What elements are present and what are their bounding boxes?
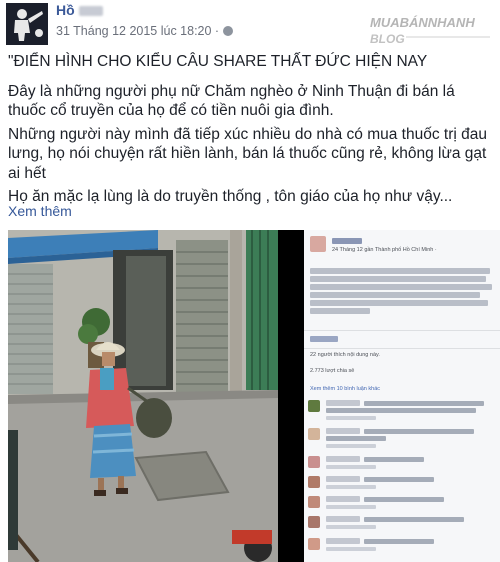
globe-icon xyxy=(223,26,234,36)
comment-time xyxy=(326,505,376,509)
screenshot-text-line xyxy=(310,284,492,290)
comment-time xyxy=(326,444,376,448)
author-name-text[interactable]: Hồ xyxy=(56,2,75,18)
comment-author xyxy=(326,496,360,502)
comment-author xyxy=(326,400,360,406)
comment-avatar xyxy=(308,538,320,550)
post-headline: "ĐIỂN HÌNH CHO KIỂU CÂU SHARE THẤT ĐỨC H… xyxy=(8,53,428,70)
comment-time xyxy=(326,485,376,489)
divider xyxy=(304,330,500,331)
comment-avatar xyxy=(308,428,320,440)
comment-text xyxy=(364,401,484,406)
screenshot-more-comments: Xem thêm 10 bình luận khác xyxy=(310,386,381,392)
comment-avatar xyxy=(308,400,320,412)
screenshot-share-action xyxy=(310,336,338,342)
attached-photo[interactable] xyxy=(8,230,278,562)
screenshot-panel: 24 Tháng 12 gần Thành phố Hồ Chí Minh · … xyxy=(304,230,500,562)
svg-text:BLOG: BLOG xyxy=(370,32,405,46)
comment-author xyxy=(326,428,360,434)
author-name-blur xyxy=(78,6,103,17)
author-name[interactable]: Hồ xyxy=(56,2,103,18)
comment-text xyxy=(326,408,476,413)
post-timestamp[interactable]: 31 Tháng 12 2015 lúc 18:20 · xyxy=(56,24,219,38)
comment-text xyxy=(364,497,444,502)
screenshot-meta: 24 Tháng 12 gần Thành phố Hồ Chí Minh · xyxy=(332,247,437,253)
comment-time xyxy=(326,547,376,551)
comment-text xyxy=(364,539,434,544)
comment-avatar xyxy=(308,496,320,508)
post-body: "ĐIỂN HÌNH CHO KIỂU CÂU SHARE THẤT ĐỨC H… xyxy=(8,52,496,211)
avatar-figure-icon xyxy=(6,3,48,45)
screenshot-text-line xyxy=(310,300,488,306)
site-watermark-logo: MUABÁNNHANH BLOG xyxy=(366,10,494,48)
comment-text xyxy=(326,436,386,441)
screenshot-avatar xyxy=(310,236,326,252)
svg-text:MUABÁNNHANH: MUABÁNNHANH xyxy=(370,15,475,30)
post-paragraph: Họ ăn mặc lạ lùng là do truyền thống , t… xyxy=(8,188,453,205)
comment-text xyxy=(364,517,464,522)
divider xyxy=(304,348,500,349)
comment-time xyxy=(326,525,376,529)
post-paragraph: Những người này mình đã tiếp xúc nhiều d… xyxy=(8,125,487,182)
author-avatar[interactable] xyxy=(6,3,48,45)
street-scene-image xyxy=(8,230,278,562)
comment-text xyxy=(364,477,434,482)
comment-avatar xyxy=(308,456,320,468)
comment-avatar xyxy=(308,516,320,528)
comment-author xyxy=(326,456,360,462)
comment-text xyxy=(364,457,424,462)
post-meta: 31 Tháng 12 2015 lúc 18:20 · xyxy=(56,24,234,38)
comment-author xyxy=(326,538,360,544)
embedded-screenshot[interactable]: 24 Tháng 12 gần Thành phố Hồ Chí Minh · … xyxy=(278,230,500,562)
screenshot-shares: 2.773 lượt chia sẻ xyxy=(310,368,355,374)
see-more-link[interactable]: Xem thêm xyxy=(8,203,72,219)
facebook-post: Hồ 31 Tháng 12 2015 lúc 18:20 · MUABÁNNH… xyxy=(0,0,500,562)
screenshot-text-line xyxy=(310,308,370,314)
screenshot-text-line xyxy=(310,292,480,298)
comment-author xyxy=(326,476,360,482)
screenshot-text-line xyxy=(310,268,490,274)
screenshot-name xyxy=(332,238,362,244)
comment-time xyxy=(326,465,376,469)
screenshot-text-line xyxy=(310,276,486,282)
post-paragraph: Đây là những người phụ nữ Chăm nghèo ở N… xyxy=(8,82,455,120)
comment-time xyxy=(326,416,376,420)
comment-avatar xyxy=(308,476,320,488)
comment-author xyxy=(326,516,360,522)
comment-text xyxy=(364,429,474,434)
screenshot-likes: 22 người thích nội dung này. xyxy=(310,352,380,358)
